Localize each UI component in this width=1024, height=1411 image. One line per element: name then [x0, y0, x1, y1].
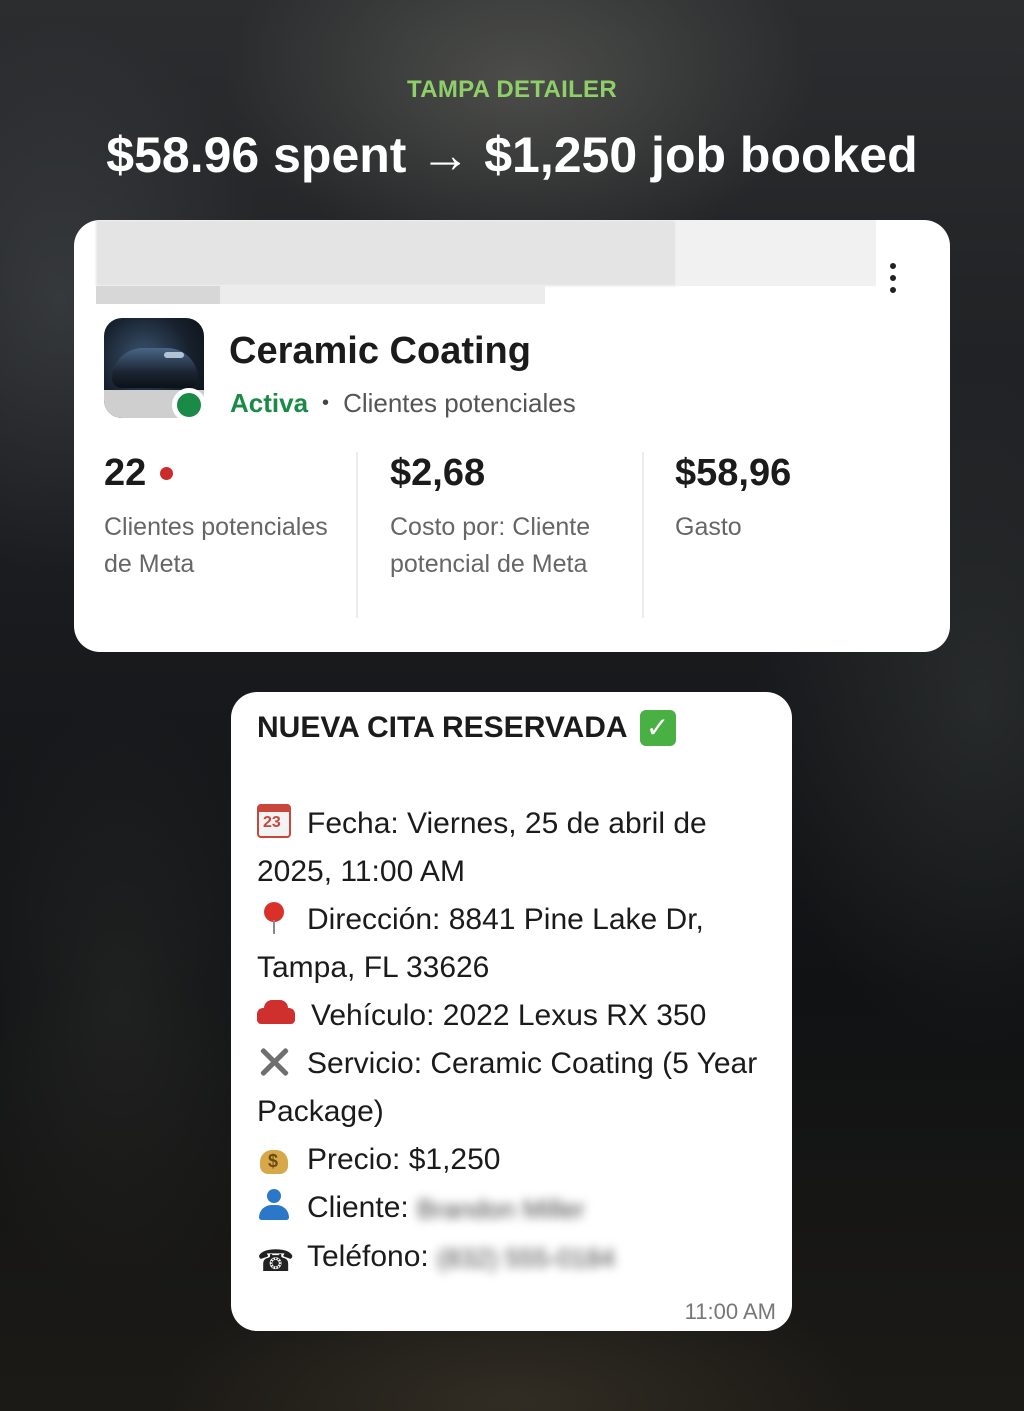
booking-vehicle-line: Vehículo: 2022 Lexus RX 350	[257, 992, 772, 1040]
redacted-header	[96, 220, 676, 286]
ad-campaign-card[interactable]: Ceramic Coating Activa • Clientes potenc…	[74, 220, 950, 652]
ad-objective: Clientes potenciales	[343, 388, 576, 418]
calendar-icon	[257, 804, 291, 838]
booking-title-row: NUEVA CITA RESERVADA ✓	[257, 710, 676, 746]
redacted-subheader-extension	[220, 286, 545, 304]
redacted-client-name: Brandon Miller	[417, 1194, 585, 1225]
metric-label: Costo por: Cliente potencial de Meta	[390, 513, 591, 578]
alert-dot	[160, 467, 174, 480]
booking-phone-line: Teléfono: (832) 555-0184	[257, 1233, 772, 1282]
car-icon	[257, 996, 295, 1030]
more-vert-icon[interactable]	[878, 258, 908, 298]
car-image	[112, 348, 198, 388]
person-icon	[257, 1188, 291, 1222]
metric-value: $58,96	[675, 452, 792, 494]
booking-address-line: Dirección: 8841 Pine Lake Dr, Tampa, FL …	[257, 896, 772, 992]
metric-label: Clientes potenciales de Meta	[104, 513, 328, 578]
headline: $58.96 spent → $1,250 job booked	[106, 127, 918, 183]
metric-cost-per-lead: $2,68 Costo por: Cliente potencial de Me…	[390, 452, 644, 618]
metric-value: 22	[104, 452, 147, 494]
booking-message-card: NUEVA CITA RESERVADA ✓ Fecha: Viernes, 2…	[231, 692, 792, 1331]
ad-status-row: Activa • Clientes potenciales	[230, 388, 576, 419]
metric-spend: $58,96 Gasto	[675, 452, 915, 618]
separator-dot: •	[322, 392, 330, 414]
booking-date-line: Fecha: Viernes, 25 de abril de 2025, 11:…	[257, 800, 772, 896]
location-pin-icon	[257, 900, 291, 934]
active-status-dot	[172, 388, 206, 422]
tools-icon	[257, 1044, 291, 1078]
metric-value: $2,68	[390, 452, 486, 494]
ad-title: Ceramic Coating	[229, 330, 531, 372]
check-mark-icon: ✓	[639, 710, 676, 746]
redacted-phone-number: (832) 555-0184	[437, 1243, 615, 1274]
redacted-header-extension	[676, 220, 876, 286]
money-bag-icon	[257, 1140, 291, 1174]
eyebrow-label: TAMPA DETAILER	[407, 76, 617, 103]
phone-icon	[257, 1245, 291, 1279]
metric-label: Gasto	[675, 513, 742, 541]
ad-status: Activa	[230, 388, 309, 418]
metric-leads: 22 Clientes potenciales de Meta	[104, 452, 358, 618]
message-timestamp: 11:00 AM	[684, 1299, 776, 1324]
booking-client-line: Cliente: Brandon Miller	[257, 1184, 772, 1233]
booking-details: Fecha: Viernes, 25 de abril de 2025, 11:…	[257, 800, 772, 1282]
booking-price-line: Precio: $1,250	[257, 1136, 772, 1184]
booking-title: NUEVA CITA RESERVADA	[257, 711, 628, 744]
redacted-subheader	[96, 286, 220, 304]
booking-service-line: Servicio: Ceramic Coating (5 Year Packag…	[257, 1040, 772, 1136]
